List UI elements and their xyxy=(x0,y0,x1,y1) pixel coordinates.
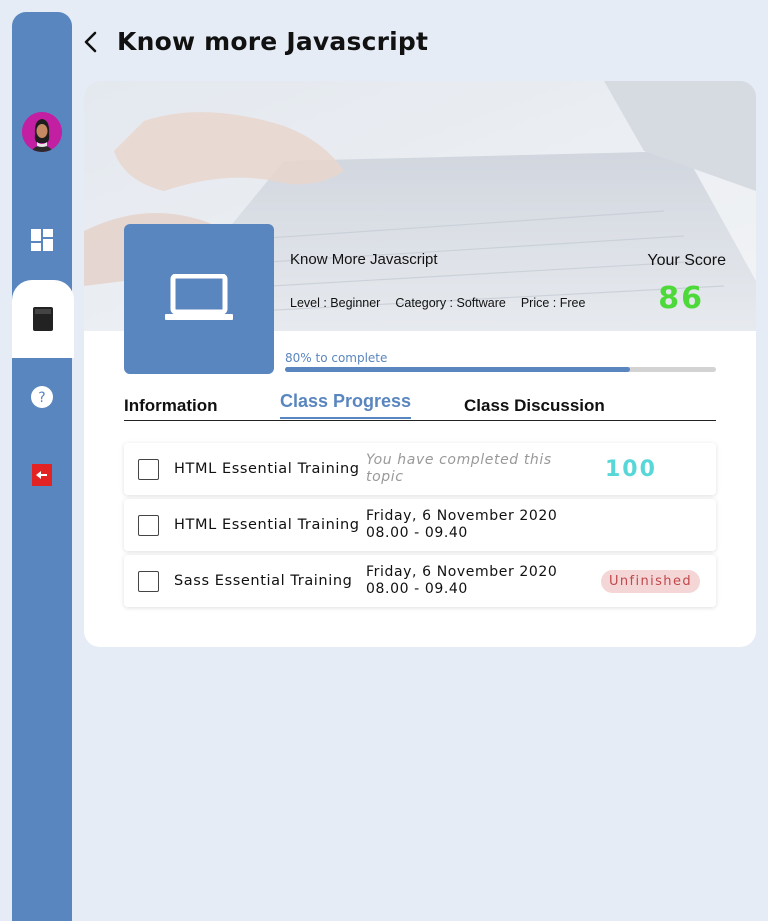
course-name: Know More Javascript xyxy=(290,251,438,268)
course-category: Category : Software xyxy=(395,296,506,310)
chevron-left-icon xyxy=(84,31,97,53)
logout-icon xyxy=(32,464,52,486)
tab-bar: Information Class Progress Class Discuss… xyxy=(124,391,716,421)
dashboard-icon xyxy=(31,229,53,251)
course-price: Price : Free xyxy=(520,296,586,310)
lesson-checkbox[interactable] xyxy=(138,515,159,536)
lesson-checkbox[interactable] xyxy=(138,571,159,592)
sidebar-item-courses[interactable] xyxy=(12,280,74,358)
lesson-checkbox[interactable] xyxy=(138,459,159,480)
tab-class-progress[interactable]: Class Progress xyxy=(280,391,412,419)
lesson-title: Sass Essential Training xyxy=(174,572,353,589)
sidebar-item-logout[interactable] xyxy=(12,447,72,503)
score-value: 86 xyxy=(658,281,704,316)
lesson-score: 100 xyxy=(605,456,657,482)
progress-bar xyxy=(285,367,716,372)
score-label: Your Score xyxy=(647,252,726,269)
back-button[interactable] xyxy=(80,30,104,54)
course-thumbnail xyxy=(124,224,274,374)
lesson-row[interactable]: Sass Essential Training Friday, 6 Novemb… xyxy=(124,555,716,607)
lesson-info: You have completed this topic xyxy=(366,452,552,485)
course-level: Level : Beginner xyxy=(290,296,381,310)
tab-information[interactable]: Information xyxy=(124,396,218,416)
help-icon: ? xyxy=(31,386,53,408)
status-badge: Unfinished xyxy=(600,570,700,593)
lesson-row[interactable]: HTML Essential Training You have complet… xyxy=(124,443,716,495)
lesson-title: HTML Essential Training xyxy=(174,516,360,533)
lesson-row[interactable]: HTML Essential Training Friday, 6 Novemb… xyxy=(124,499,716,551)
course-card: Know More Javascript Level : Beginner Ca… xyxy=(84,81,756,647)
page-title: Know more Javascript xyxy=(117,27,429,56)
lesson-schedule: Friday, 6 November 2020 08.00 - 09.40 xyxy=(366,555,586,607)
lesson-time: 08.00 - 09.40 xyxy=(366,525,468,541)
lesson-date: Friday, 6 November 2020 xyxy=(366,564,558,580)
lesson-schedule: Friday, 6 November 2020 08.00 - 09.40 xyxy=(366,499,586,551)
progress-text: 80% to complete xyxy=(285,351,388,365)
book-icon xyxy=(32,306,54,336)
tab-class-discussion[interactable]: Class Discussion xyxy=(464,396,605,416)
lesson-time: 08.00 - 09.40 xyxy=(366,581,468,597)
svg-text:?: ? xyxy=(38,390,45,406)
sidebar-item-help[interactable]: ? xyxy=(12,369,72,425)
lesson-title: HTML Essential Training xyxy=(174,460,360,477)
lesson-date: Friday, 6 November 2020 xyxy=(366,508,558,524)
avatar[interactable] xyxy=(22,112,62,152)
progress-fill xyxy=(285,367,630,372)
sidebar-item-dashboard[interactable] xyxy=(12,212,72,268)
course-meta: Level : Beginner Category : Software Pri… xyxy=(290,296,585,310)
laptop-icon xyxy=(165,274,233,320)
sidebar: ? xyxy=(12,12,74,921)
